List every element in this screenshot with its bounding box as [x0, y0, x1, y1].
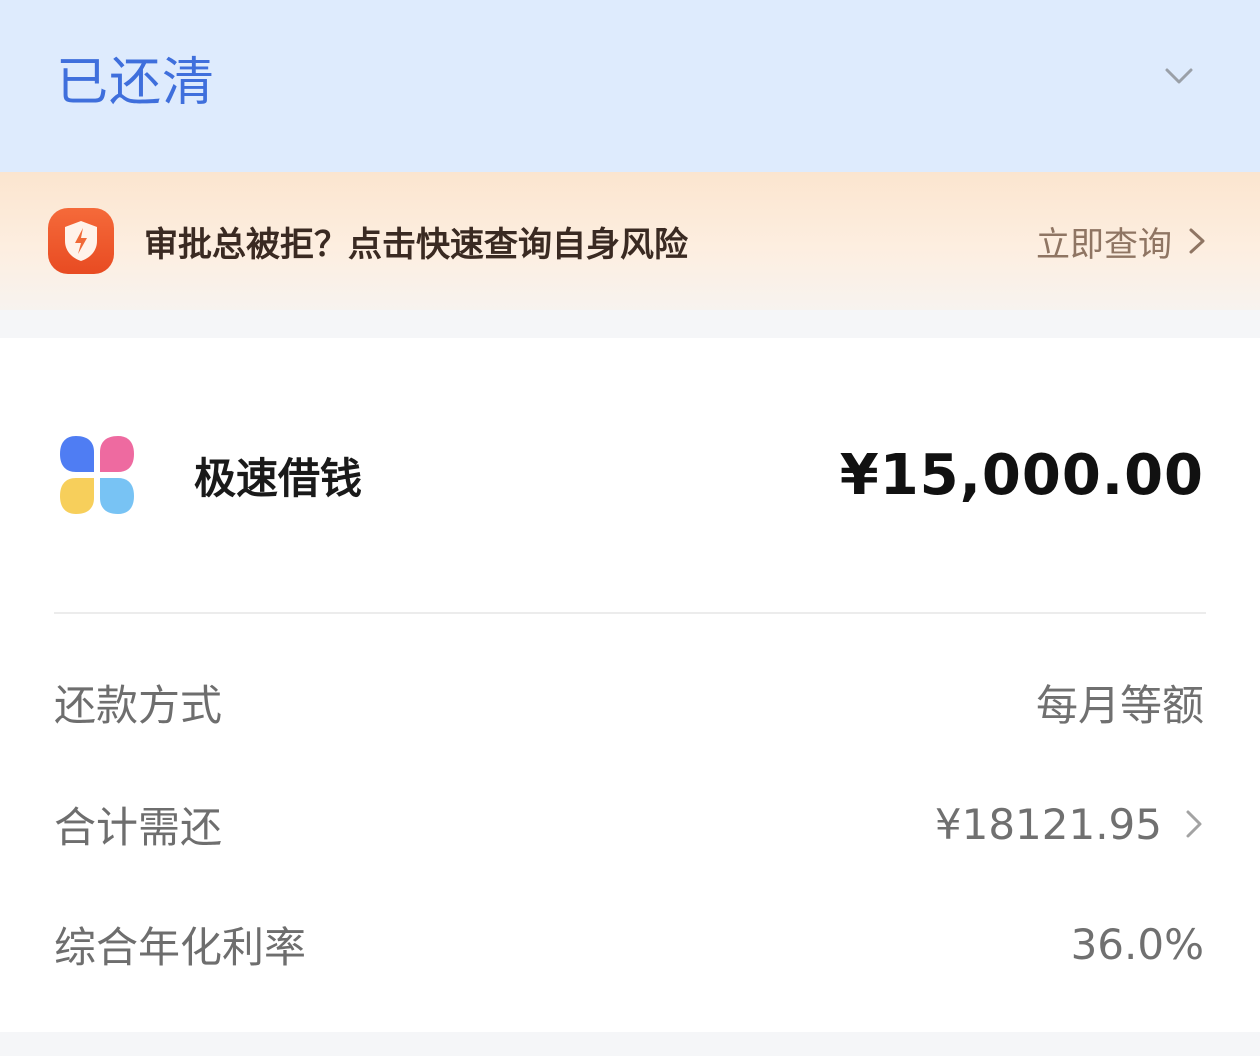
total-repayment-label: 合计需还: [54, 802, 223, 852]
query-now-link[interactable]: 立即查询: [1036, 217, 1208, 266]
query-now-label: 立即查询: [1036, 224, 1172, 265]
total-repayment-row[interactable]: 合计需还 ¥18121.95: [54, 794, 1204, 854]
divider: [54, 612, 1206, 614]
shield-lightning-icon: [48, 208, 114, 274]
repayment-method-value: 每月等额: [1035, 680, 1204, 730]
product-row: 极速借钱 ¥15,000.00: [54, 430, 1204, 520]
bottom-spacer: [0, 1032, 1260, 1056]
chevron-down-icon[interactable]: [1162, 59, 1196, 93]
risk-banner-text: 审批总被拒？点击快速查询自身风险: [144, 224, 688, 265]
status-header[interactable]: 已还清: [0, 0, 1260, 172]
four-petal-logo-icon: [60, 436, 134, 514]
product-name: 极速借钱: [194, 453, 363, 503]
annual-rate-row: 综合年化利率 36.0%: [54, 914, 1204, 974]
annual-rate-value: 36.0%: [1070, 919, 1204, 969]
repayment-method-label: 还款方式: [54, 680, 223, 730]
loan-amount: ¥15,000.00: [839, 442, 1204, 508]
total-repayment-value-group: ¥18121.95: [935, 800, 1204, 849]
repayment-method-row: 还款方式 每月等额: [54, 672, 1204, 732]
risk-check-banner[interactable]: 审批总被拒？点击快速查询自身风险 立即查询: [0, 172, 1260, 310]
loan-card: 极速借钱 ¥15,000.00 还款方式 每月等额 合计需还 ¥18121.95…: [0, 338, 1260, 1032]
loan-status-title: 已还清: [56, 52, 216, 113]
annual-rate-label: 综合年化利率: [54, 922, 307, 972]
total-repayment-value: ¥18121.95: [934, 799, 1162, 849]
chevron-right-icon[interactable]: [1184, 808, 1204, 840]
chevron-right-icon: [1189, 228, 1205, 254]
